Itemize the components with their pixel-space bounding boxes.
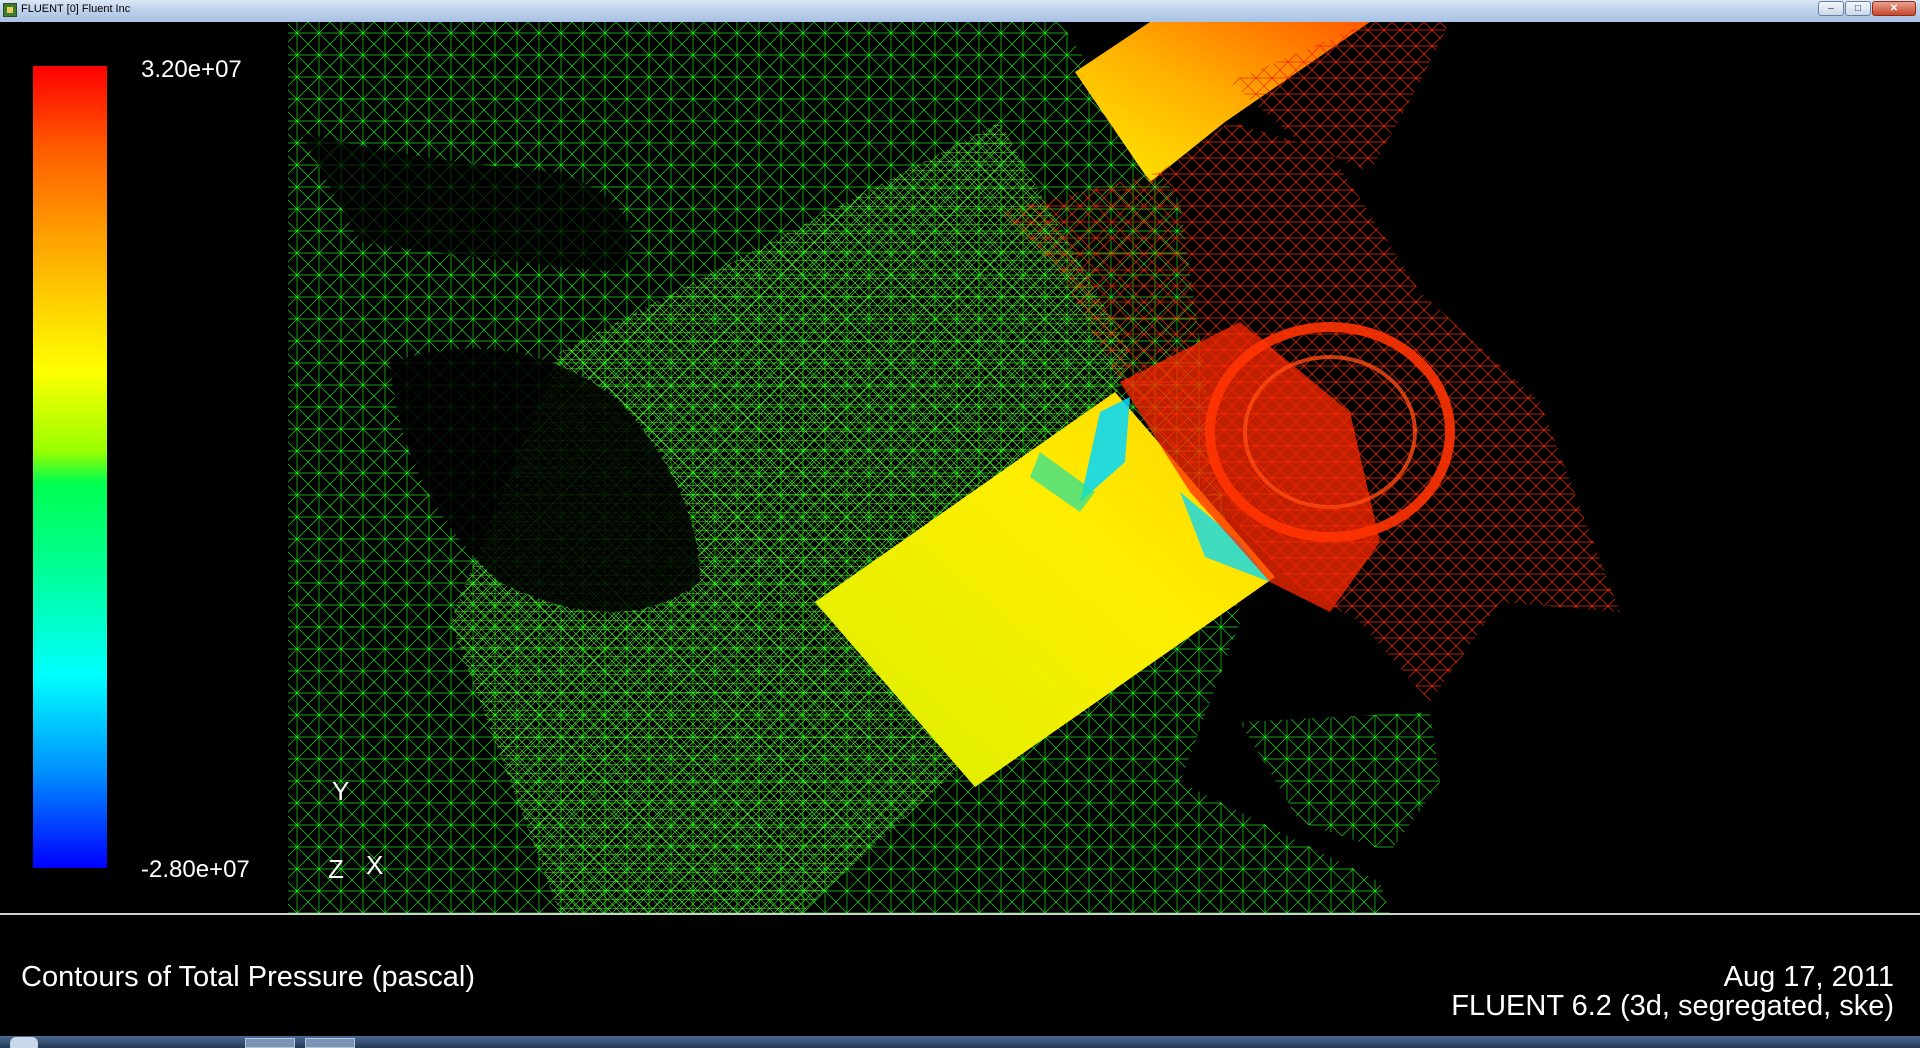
axis-x-label: X (366, 850, 384, 880)
plot-title: Contours of Total Pressure (pascal) (21, 961, 476, 993)
start-button[interactable] (10, 1037, 38, 1048)
close-button[interactable]: ✕ (1872, 1, 1916, 16)
solver-version: FLUENT 6.2 (3d, segregated, ske) (1451, 990, 1894, 1022)
minimize-button[interactable]: – (1818, 1, 1844, 16)
graphics-viewport[interactable]: 3.20e+07 -2.80e+07 Y Z X (0, 22, 1920, 914)
axis-y-label: Y (332, 776, 350, 806)
taskbar-item[interactable] (305, 1038, 355, 1048)
axis-z-label: Z (328, 854, 344, 884)
plot-caption: Contours of Total Pressure (pascal) Aug … (0, 913, 1920, 1036)
fluent-app-icon (3, 3, 17, 17)
window-title: FLUENT [0] Fluent Inc (21, 3, 131, 15)
maximize-button[interactable]: □ (1845, 1, 1871, 16)
os-taskbar (0, 1036, 1920, 1048)
window-title-bar[interactable]: FLUENT [0] Fluent Inc – □ ✕ (0, 0, 1920, 23)
mesh-contour-plot (288, 22, 1620, 914)
taskbar-item[interactable] (245, 1038, 295, 1048)
